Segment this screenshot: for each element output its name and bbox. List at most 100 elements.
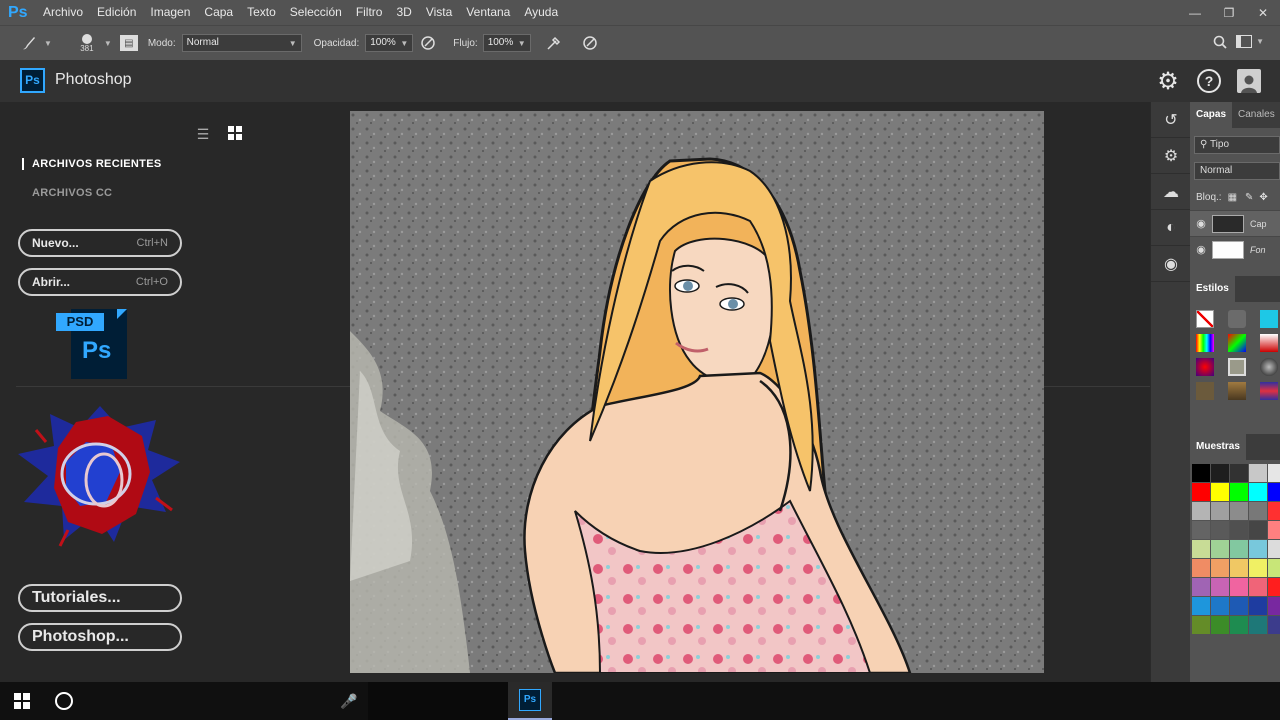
- layer-row[interactable]: ◉ Fon: [1190, 236, 1280, 262]
- pressure-size-icon[interactable]: [575, 35, 605, 51]
- brush-size-picker[interactable]: 381: [70, 33, 104, 53]
- lock-position-icon[interactable]: ✥: [1259, 192, 1267, 203]
- menu-ventana[interactable]: Ventana: [459, 0, 517, 25]
- menu-vista[interactable]: Vista: [419, 0, 459, 25]
- style-swatch[interactable]: [1196, 358, 1214, 376]
- color-swatch[interactable]: [1211, 616, 1229, 634]
- color-swatch[interactable]: [1268, 464, 1280, 482]
- menu-ayuda[interactable]: Ayuda: [517, 0, 565, 25]
- layer-row[interactable]: ◉ Cap: [1190, 210, 1280, 236]
- brush-size-chevron-down-icon[interactable]: ▼: [104, 39, 112, 48]
- microphone-icon[interactable]: 🎤: [340, 682, 358, 720]
- gear-icon[interactable]: ⚙: [1155, 68, 1181, 95]
- menu-capa[interactable]: Capa: [197, 0, 240, 25]
- taskbar-search-area[interactable]: [368, 682, 508, 720]
- opacity-field[interactable]: 100% ▼: [365, 34, 414, 52]
- brush-tool-icon[interactable]: [14, 34, 44, 52]
- color-swatch[interactable]: [1249, 464, 1267, 482]
- color-swatch[interactable]: [1230, 597, 1248, 615]
- style-swatch[interactable]: [1260, 334, 1278, 352]
- visibility-eye-icon[interactable]: ◉: [1190, 217, 1212, 230]
- properties-icon[interactable]: ⚙: [1151, 138, 1191, 174]
- menu-imagen[interactable]: Imagen: [143, 0, 197, 25]
- open-button[interactable]: Abrir... Ctrl+O: [18, 268, 182, 296]
- color-swatch[interactable]: [1192, 616, 1210, 634]
- grid-view-icon[interactable]: [227, 126, 243, 142]
- color-swatch[interactable]: [1268, 521, 1280, 539]
- color-swatch[interactable]: [1211, 578, 1229, 596]
- color-swatch[interactable]: [1268, 483, 1280, 501]
- menu-edicion[interactable]: Edición: [90, 0, 143, 25]
- color-swatch[interactable]: [1249, 521, 1267, 539]
- color-swatch[interactable]: [1230, 578, 1248, 596]
- tab-layers[interactable]: Capas: [1190, 102, 1233, 128]
- lock-transparency-icon[interactable]: ▦: [1228, 192, 1237, 203]
- nav-cc-files[interactable]: ARCHIVOS CC: [22, 187, 112, 199]
- adjustments-icon[interactable]: ◐: [1151, 210, 1191, 246]
- color-swatch[interactable]: [1249, 502, 1267, 520]
- new-button[interactable]: Nuevo... Ctrl+N: [18, 229, 182, 257]
- blend-mode-select[interactable]: Normal: [1194, 162, 1280, 180]
- tab-styles[interactable]: Estilos: [1190, 276, 1235, 302]
- color-swatch[interactable]: [1230, 464, 1248, 482]
- color-swatch[interactable]: [1211, 597, 1229, 615]
- visibility-eye-icon[interactable]: ◉: [1190, 243, 1212, 256]
- color-swatch[interactable]: [1230, 521, 1248, 539]
- photoshop-button[interactable]: Photoshop...: [18, 623, 182, 651]
- mode-select[interactable]: Normal ▼: [181, 34, 302, 52]
- tab-swatches[interactable]: Muestras: [1190, 434, 1246, 460]
- workspace-switcher[interactable]: ▼: [1236, 35, 1264, 48]
- taskbar-photoshop-app[interactable]: Ps: [508, 682, 552, 720]
- color-swatch[interactable]: [1268, 578, 1280, 596]
- menu-archivo[interactable]: Archivo: [36, 0, 90, 25]
- brush-preset-chevron-down-icon[interactable]: ▼: [44, 39, 52, 48]
- menu-seleccion[interactable]: Selección: [283, 0, 349, 25]
- flow-field[interactable]: 100% ▼: [482, 34, 531, 52]
- color-swatch[interactable]: [1249, 578, 1267, 596]
- color-swatch[interactable]: [1192, 578, 1210, 596]
- color-swatch[interactable]: [1268, 540, 1280, 558]
- user-avatar-icon[interactable]: [1237, 69, 1261, 93]
- color-palette-icon[interactable]: ◉: [1151, 246, 1191, 282]
- color-swatch[interactable]: [1211, 559, 1229, 577]
- color-swatch[interactable]: [1249, 616, 1267, 634]
- search-icon[interactable]: [1212, 34, 1228, 50]
- layer-filter-field[interactable]: ⚲ Tipo: [1194, 136, 1280, 154]
- color-swatch[interactable]: [1211, 464, 1229, 482]
- style-swatch[interactable]: [1228, 358, 1246, 376]
- style-swatch[interactable]: [1196, 382, 1214, 400]
- style-swatch[interactable]: [1260, 382, 1278, 400]
- document-canvas[interactable]: [350, 111, 1044, 673]
- color-swatch[interactable]: [1249, 483, 1267, 501]
- color-swatch[interactable]: [1230, 559, 1248, 577]
- color-swatch[interactable]: [1211, 540, 1229, 558]
- style-swatch[interactable]: [1260, 358, 1278, 376]
- windows-start-icon[interactable]: [0, 682, 44, 720]
- airbrush-icon[interactable]: [539, 35, 569, 51]
- style-swatch[interactable]: [1228, 310, 1246, 328]
- help-icon[interactable]: ?: [1197, 69, 1221, 93]
- style-swatch[interactable]: [1260, 310, 1278, 328]
- style-swatch[interactable]: [1196, 334, 1214, 352]
- cortana-icon[interactable]: [44, 682, 84, 720]
- libraries-icon[interactable]: ☁: [1151, 174, 1191, 210]
- style-swatch[interactable]: [1228, 382, 1246, 400]
- menu-texto[interactable]: Texto: [240, 0, 283, 25]
- color-swatch[interactable]: [1192, 597, 1210, 615]
- color-swatch[interactable]: [1268, 597, 1280, 615]
- history-icon[interactable]: ↺: [1151, 102, 1191, 138]
- style-none-swatch[interactable]: [1196, 310, 1214, 328]
- color-swatch[interactable]: [1249, 540, 1267, 558]
- color-swatch[interactable]: [1192, 483, 1210, 501]
- color-swatch[interactable]: [1230, 540, 1248, 558]
- color-swatch[interactable]: [1211, 483, 1229, 501]
- color-swatch[interactable]: [1192, 540, 1210, 558]
- tab-channels[interactable]: Canales: [1232, 102, 1280, 128]
- color-swatch[interactable]: [1192, 521, 1210, 539]
- color-swatch[interactable]: [1268, 559, 1280, 577]
- app-logo[interactable]: Ps: [0, 4, 36, 22]
- color-swatch[interactable]: [1230, 502, 1248, 520]
- color-swatch[interactable]: [1211, 502, 1229, 520]
- menu-filtro[interactable]: Filtro: [349, 0, 390, 25]
- menu-3d[interactable]: 3D: [389, 0, 418, 25]
